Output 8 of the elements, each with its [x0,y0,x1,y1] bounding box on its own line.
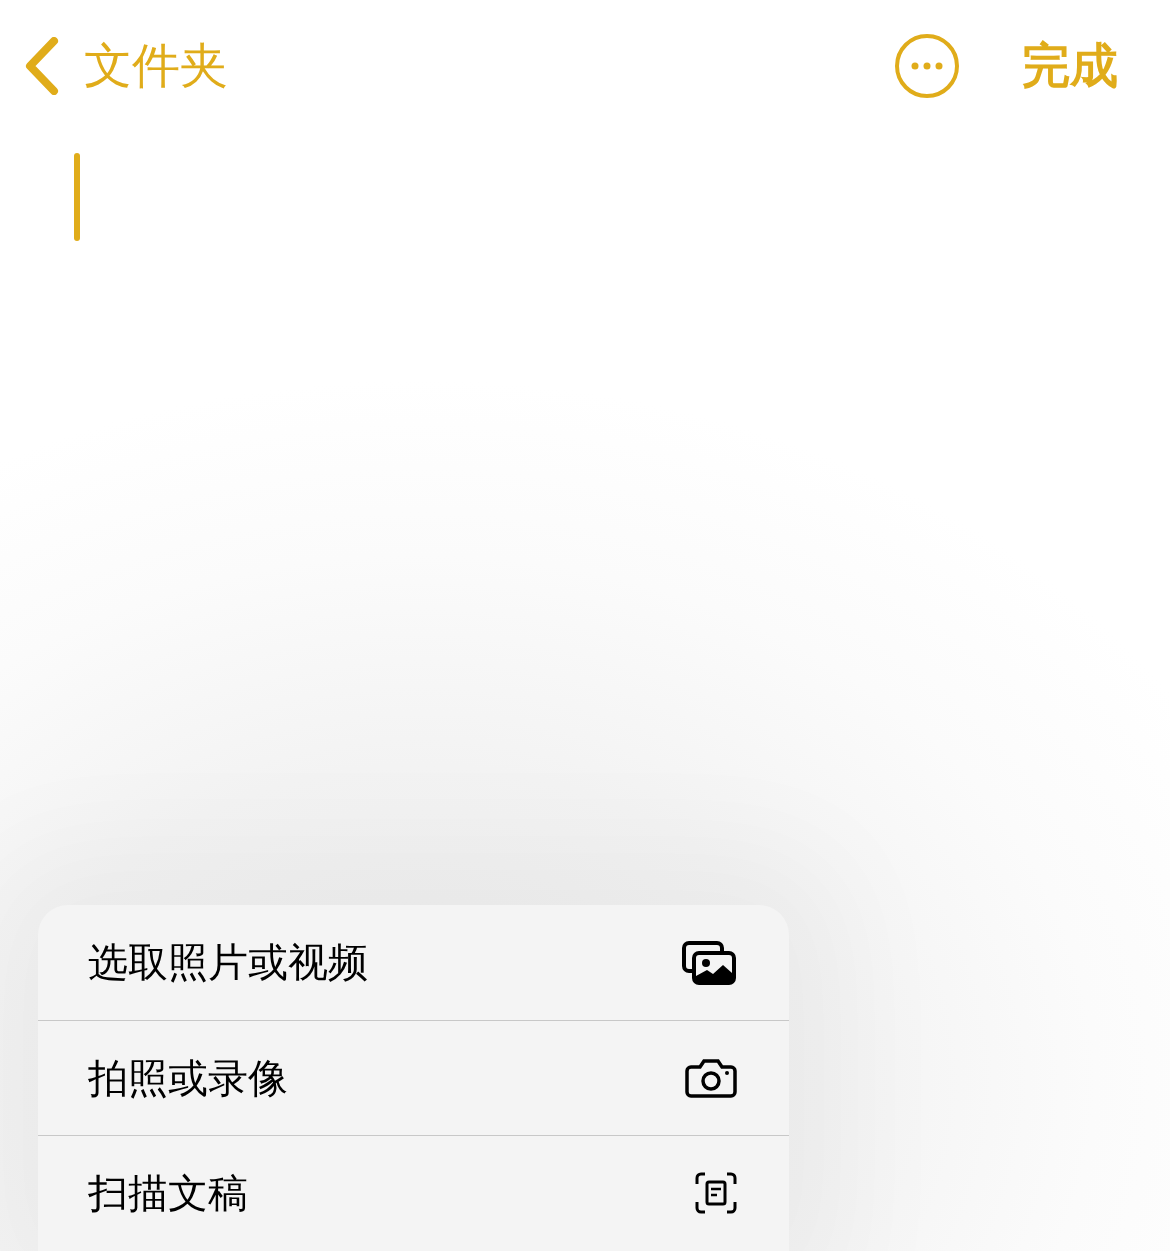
menu-item[interactable]: 拍照或录像 [38,1020,789,1135]
chevron-left-icon [24,37,60,95]
camera-icon [685,1058,737,1098]
more-button[interactable] [894,33,960,99]
menu-item[interactable]: 扫描文稿 [38,1135,789,1250]
photos-icon [681,939,737,986]
scan-icon [695,1172,737,1214]
menu-item[interactable]: 选取照片或视频 [38,905,789,1020]
